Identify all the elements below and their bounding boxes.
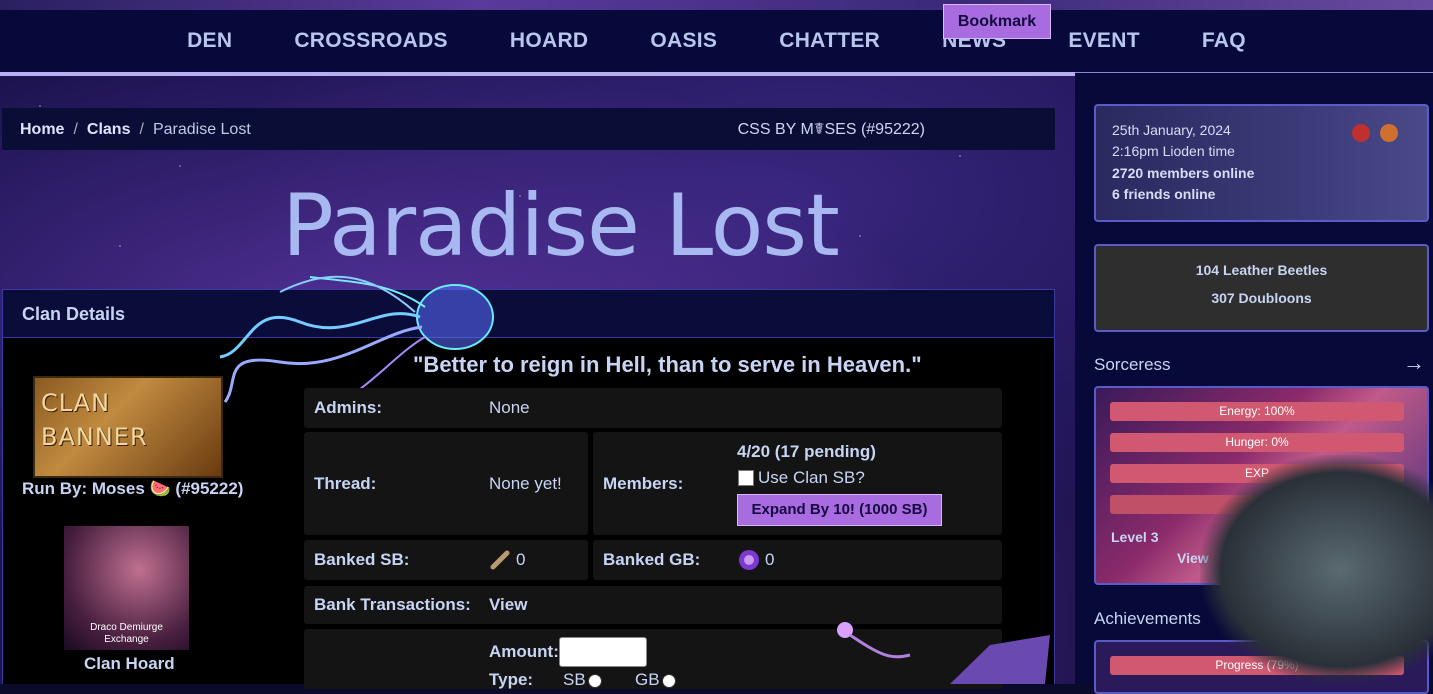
breadcrumb-current: Paradise Lost bbox=[152, 121, 251, 138]
top-decor-strip bbox=[0, 0, 1433, 10]
pet-level: Level 3 bbox=[1111, 529, 1159, 545]
status-badges-icon bbox=[1352, 124, 1398, 142]
css-credit[interactable]: CSS BY M☤SES (#95222) bbox=[738, 108, 925, 152]
type-gb-label: GB bbox=[635, 670, 660, 689]
clan-hoard-label: Clan Hoard bbox=[84, 654, 175, 673]
dragon-decoration-icon bbox=[837, 622, 1050, 684]
bank-transactions-view-link[interactable]: View bbox=[489, 595, 527, 615]
run-by-label[interactable]: Run By: Moses 🍉 (#95222) bbox=[22, 479, 243, 499]
banked-sb-label: Banked SB: bbox=[314, 550, 410, 569]
thread-label: Thread: bbox=[314, 474, 377, 493]
banked-gb-value: 0 bbox=[765, 550, 775, 569]
thread-value: None yet! bbox=[489, 474, 562, 493]
breadcrumb-clans[interactable]: Clans bbox=[87, 121, 131, 138]
amount-label: Amount: bbox=[489, 642, 559, 661]
clan-banner: CLAN BANNER bbox=[33, 376, 223, 478]
nav-hoard[interactable]: HOARD bbox=[479, 10, 620, 72]
currency-box: 104 Leather Beetles 307 Doubloons bbox=[1094, 244, 1429, 332]
nav-oasis[interactable]: OASIS bbox=[619, 10, 748, 72]
page-title: Paradise Lost bbox=[282, 176, 840, 276]
clan-motto: "Better to reign in Hell, than to serve … bbox=[413, 352, 922, 377]
nav-crossroads[interactable]: CROSSROADS bbox=[263, 10, 479, 72]
clan-details-header: Clan Details bbox=[2, 289, 1055, 338]
type-gb-radio[interactable] bbox=[662, 674, 676, 688]
breadcrumb-home[interactable]: Home bbox=[20, 121, 64, 138]
use-clan-sb-label: Use Clan SB? bbox=[758, 468, 865, 487]
banked-gb-label: Banked GB: bbox=[603, 550, 701, 569]
amount-input[interactable] bbox=[559, 637, 647, 667]
admins-value: None bbox=[489, 398, 530, 417]
arrow-right-icon[interactable]: → bbox=[1403, 350, 1425, 376]
doubloons-count: 307 Doubloons bbox=[1211, 290, 1312, 306]
silver-bone-icon bbox=[490, 550, 510, 570]
server-date: 25th January, 2024 bbox=[1112, 122, 1231, 138]
beetles-count: 104 Leather Beetles bbox=[1195, 262, 1328, 278]
admins-label: Admins: bbox=[314, 398, 382, 417]
gold-bone-icon bbox=[739, 550, 759, 570]
type-sb-label: SB bbox=[563, 670, 586, 689]
admins-row bbox=[304, 388, 1002, 428]
server-info-box: 25th January, 2024 2:16pm Lioden time 27… bbox=[1094, 104, 1429, 222]
clan-details-title: Clan Details bbox=[22, 304, 126, 324]
members-online[interactable]: 2720 members online bbox=[1112, 165, 1254, 181]
expand-members-button[interactable]: Expand By 10! (1000 SB) bbox=[737, 494, 942, 526]
pet-name[interactable]: Sorceress bbox=[1094, 355, 1171, 375]
bank-transactions-label: Bank Transactions: bbox=[314, 595, 471, 614]
type-label: Type: bbox=[489, 670, 534, 689]
nav-den[interactable]: DEN bbox=[156, 10, 263, 72]
members-value: 4/20 (17 pending) bbox=[737, 442, 876, 461]
main-nav: DEN CROSSROADS HOARD OASIS CHATTER NEWS … bbox=[0, 10, 1433, 72]
lion-avatar bbox=[1200, 455, 1433, 684]
breadcrumb: Home / Clans / Paradise Lost CSS BY M☤SES (#… bbox=[2, 108, 1055, 150]
server-time: 2:16pm Lioden time bbox=[1112, 143, 1235, 159]
use-clan-sb-checkbox[interactable] bbox=[738, 470, 754, 486]
members-label: Members: bbox=[603, 474, 684, 493]
nav-faq[interactable]: FAQ bbox=[1171, 10, 1277, 72]
bookmark-button[interactable]: Bookmark bbox=[943, 4, 1051, 39]
nav-event[interactable]: EVENT bbox=[1037, 10, 1171, 72]
friends-online[interactable]: 6 friends online bbox=[1112, 186, 1215, 202]
achievements-title[interactable]: Achievements bbox=[1094, 609, 1201, 629]
nav-chatter[interactable]: CHATTER bbox=[748, 10, 911, 72]
type-sb-radio[interactable] bbox=[588, 674, 602, 688]
energy-bar: Energy: 100% bbox=[1110, 402, 1404, 421]
hunger-bar: Hunger: 0% bbox=[1110, 433, 1404, 452]
banked-sb-value: 0 bbox=[516, 550, 526, 569]
clan-hoard-image[interactable]: Draco Demiurge Exchange bbox=[64, 526, 189, 650]
